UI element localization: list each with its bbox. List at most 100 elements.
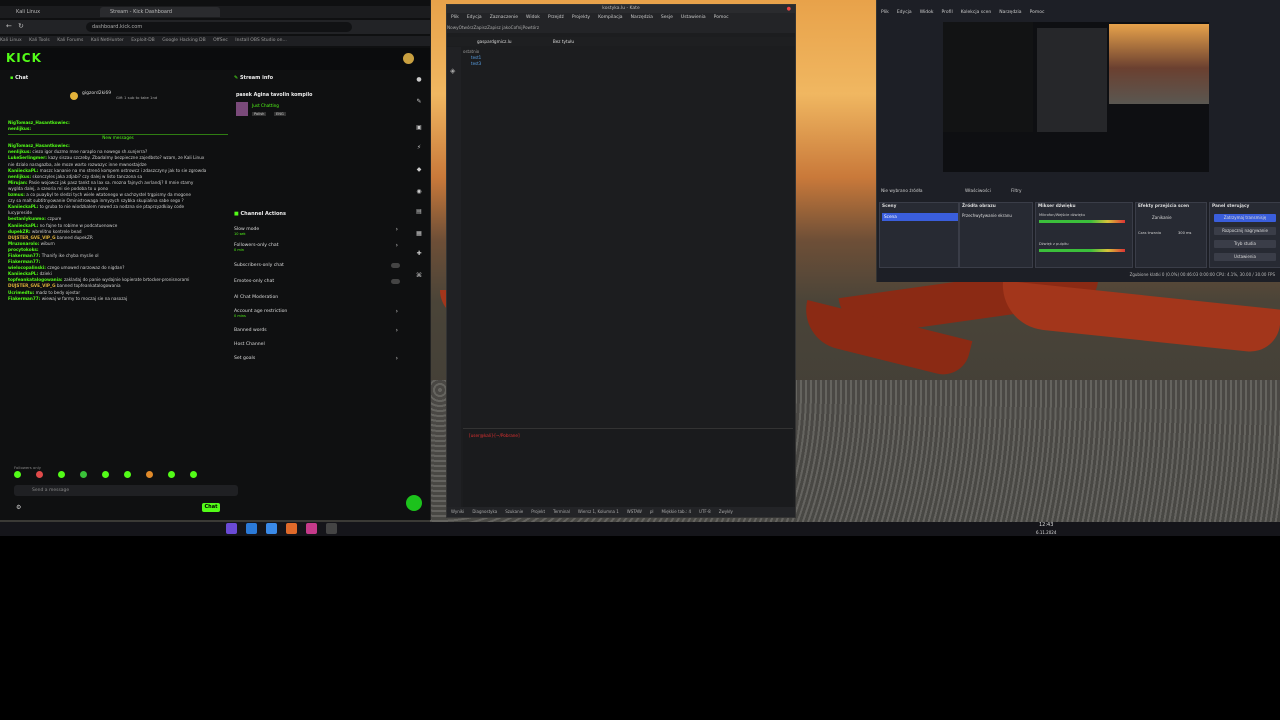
chat-username[interactable]: nenlijkus: [8, 126, 31, 131]
obs-preview[interactable] [943, 22, 1209, 172]
tab-kick-dashboard[interactable]: Stream - Kick Dashboard [100, 7, 220, 17]
chat-username[interactable]: Fiakerman77: [8, 296, 40, 301]
stop-streaming-button[interactable]: Zatrzymaj transmisję [1214, 214, 1276, 222]
studio-mode-button[interactable]: Tryb studia [1214, 240, 1276, 248]
chat-username[interactable]: procytokoks: [8, 247, 39, 252]
status-tab[interactable]: Wyniki [451, 509, 464, 514]
reload-icon[interactable]: ↻ [18, 22, 24, 30]
menu-item[interactable]: Narzędzia [999, 10, 1021, 15]
status-item[interactable]: WSTAW [627, 509, 642, 514]
menu-item[interactable]: Zaznaczenie [490, 15, 518, 20]
firefox-icon[interactable] [286, 523, 297, 534]
emote-icon[interactable] [36, 471, 43, 478]
duration-input[interactable]: 300 ms [1178, 231, 1191, 235]
url-field[interactable]: dashboard.kick.com [86, 22, 352, 32]
chat-username[interactable]: nenlijkus: [8, 149, 31, 154]
toolbar-button[interactable]: Cofnij [511, 25, 523, 30]
lock-icon[interactable]: ▦ [415, 230, 423, 238]
status-tab[interactable]: Projekt [531, 509, 545, 514]
chat-username[interactable]: bzmus: [8, 192, 25, 197]
action-ai-moderation[interactable]: AI Chat Moderation [234, 294, 402, 304]
emote-icon[interactable] [190, 471, 197, 478]
shield-icon[interactable]: ◆ [415, 166, 423, 174]
pencil-icon[interactable]: ✎ [415, 98, 423, 106]
status-item[interactable]: Miękkie tab.: 4 [662, 509, 692, 514]
bookmark[interactable]: Kali NetHunter [91, 38, 124, 43]
menu-item[interactable]: Edycja [467, 15, 482, 20]
emote-icon[interactable] [124, 471, 131, 478]
bookmark[interactable]: Kali Linux [0, 38, 22, 43]
tab-document[interactable]: Bez tytułu [553, 39, 574, 44]
menu-item[interactable]: Ustawienia [681, 15, 706, 20]
back-icon[interactable]: ← [6, 22, 12, 30]
status-item[interactable]: Wiersz 1, Kolumna 1 [578, 509, 619, 514]
action-followers-only[interactable]: Followers-only chat 0 min › [234, 242, 402, 252]
toolbar-button[interactable]: Powtórz [523, 25, 540, 30]
support-button[interactable] [406, 495, 422, 511]
chat-username[interactable]: KaniieckaPL: [8, 204, 38, 209]
toolbar-button[interactable]: Zapisz [473, 25, 487, 30]
chat-send-button[interactable]: Chat [202, 503, 220, 512]
menu-item[interactable]: Plik [451, 15, 459, 20]
menu-item[interactable]: Sesje [661, 15, 673, 20]
chat-username[interactable]: Ucrimedtu: [8, 290, 34, 295]
menu-item[interactable]: Kompilacja [598, 15, 622, 20]
emote-icon[interactable] [102, 471, 109, 478]
action-slow-mode[interactable]: Slow mode 10 sek › [234, 226, 402, 236]
grid-icon[interactable]: ⌘ [415, 272, 423, 280]
browser-icon[interactable] [266, 523, 277, 534]
action-emotes-only[interactable]: Emotes-only chat [234, 278, 402, 288]
folder-icon[interactable]: ◈ [450, 67, 455, 75]
toggle-switch[interactable] [391, 263, 400, 268]
start-recording-button[interactable]: Rozpocznij nagrywanie [1214, 227, 1276, 235]
chat-username[interactable]: NigTomasz_Hasantkowiec: [8, 143, 70, 148]
settings-button[interactable]: Ustawienia [1214, 253, 1276, 261]
emote-icon[interactable] [80, 471, 87, 478]
menu-item[interactable]: Kolekcja scen [961, 10, 991, 15]
toggle-switch[interactable] [391, 279, 400, 284]
action-account-age[interactable]: Account age restriction 0 mins › [234, 308, 402, 318]
chat-input[interactable]: Send a message [14, 485, 238, 496]
action-subscribers-only[interactable]: Subscribers-only chat [234, 262, 402, 272]
chat-username[interactable]: KaniieckaPL: [8, 271, 38, 276]
tree-item[interactable]: test3 [463, 61, 573, 67]
record-icon[interactable]: ◉ [415, 188, 423, 196]
action-host-channel[interactable]: Host Channel [234, 341, 402, 351]
transition-select[interactable]: Zanikanie [1152, 215, 1172, 220]
source-item[interactable]: Przechwytywanie ekranu [962, 213, 1012, 218]
toolbar-button[interactable]: Otwórz [459, 25, 474, 30]
scene-item[interactable]: Scena [882, 213, 958, 221]
chat-username[interactable]: nenlijkus: [8, 174, 31, 179]
status-item[interactable]: UTF-8 [699, 509, 711, 514]
menu-item[interactable]: Narzędzia [631, 15, 653, 20]
kate-icon[interactable] [306, 523, 317, 534]
clock[interactable]: 12:43 6.11.2024 [1036, 522, 1056, 536]
emote-icon[interactable] [58, 471, 65, 478]
bookmark[interactable]: Google Hacking DB [162, 38, 205, 43]
emote-icon[interactable] [168, 471, 175, 478]
bookmark[interactable]: Kali Forums [57, 38, 83, 43]
chat-username[interactable]: KaniieckaPL: [8, 168, 38, 173]
dot-icon[interactable]: ● [415, 76, 423, 84]
launcher-icon[interactable] [226, 523, 237, 534]
status-item[interactable]: pl [650, 509, 654, 514]
emote-icon[interactable] [146, 471, 153, 478]
bolt-icon[interactable]: ⚡ [415, 144, 423, 152]
properties-button[interactable]: Właściwości [965, 189, 991, 194]
obs-icon[interactable] [326, 523, 337, 534]
terminal-panel[interactable]: [user@kali]-[~/Pobrane] [463, 428, 793, 509]
menu-item[interactable]: Widok [920, 10, 934, 15]
files-icon[interactable] [246, 523, 257, 534]
menu-item[interactable]: Widok [526, 15, 540, 20]
stream-category[interactable]: Just Chatting [252, 103, 279, 108]
toolbar-button[interactable]: Nowy [447, 25, 459, 30]
bookmark[interactable]: Kali Tools [29, 38, 50, 43]
menu-item[interactable]: Plik [881, 10, 889, 15]
status-tab[interactable]: Szukanie [505, 509, 523, 514]
chat-username[interactable]: wielocopalinski: [8, 265, 46, 270]
toolbar-button[interactable]: Zapisz jako [487, 25, 511, 30]
chat-username[interactable]: Fiakerman77: [8, 253, 40, 258]
chat-username[interactable]: LukeSerlingmer: [8, 155, 47, 160]
emote-icon[interactable] [14, 471, 21, 478]
tab-document[interactable]: gaspardgmicz.lu [477, 39, 512, 44]
